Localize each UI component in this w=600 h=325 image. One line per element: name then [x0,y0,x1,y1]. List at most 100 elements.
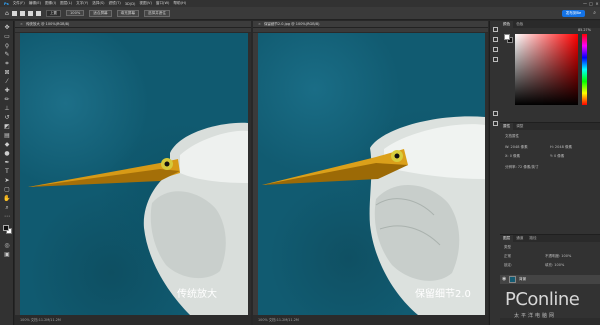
more-tools-icon[interactable]: ⋯ [4,214,10,220]
mode-select[interactable]: 上置 [45,9,61,17]
layer-row-background[interactable]: ◉ 背景 [500,275,600,284]
zoom-button[interactable]: 100% [66,10,85,16]
fit-screen-button[interactable]: 适合屏幕 [89,9,112,17]
brush-tool-icon[interactable]: ✏ [4,97,10,103]
panel-foreground-swatch[interactable] [504,34,510,40]
lasso-tool-icon[interactable]: ϙ [4,43,10,49]
height-field[interactable]: H: 2048 像素 [550,145,572,150]
character-panel-icon[interactable] [493,47,498,52]
layer-thumbnail [509,276,516,283]
select-and-mask-button[interactable]: 选择并遮住 [144,9,170,17]
menu-item-window[interactable]: 窗口(W) [156,1,170,6]
menu-item-file[interactable]: 文件(F) [13,1,25,6]
watermark-subtitle: 太平洋电脑网 [514,313,557,319]
tab-channels[interactable]: 通道 [513,236,526,241]
tab-layers[interactable]: 图层 [500,235,514,242]
eyedropper-tool-icon[interactable]: ⁄ [4,79,10,85]
properties-panel: 属性 调整 文档属性 W: 2048 像素 H: 2048 像素 X: 0 像素… [500,122,600,232]
menu-item-3d[interactable]: 3D(D) [125,2,136,6]
history-brush-tool-icon[interactable]: ↺ [4,115,10,121]
layer-name: 背景 [519,277,527,281]
menu-item-view[interactable]: 视图(V) [139,1,151,6]
tab-color[interactable]: 颜色 [500,21,514,28]
document-tab-left[interactable]: × 传统放大 @ 100%(RGB/8) [15,21,251,28]
new-selection-icon[interactable] [11,10,17,16]
menu-item-select[interactable]: 选择(S) [92,1,104,6]
crop-tool-icon[interactable]: ⌗ [4,61,10,67]
menu-item-type[interactable]: 文字(Y) [76,1,88,6]
menu-item-edit[interactable]: 编辑(E) [29,1,41,6]
type-tool-icon[interactable]: T [4,169,10,175]
blur-tool-icon[interactable]: ◆ [4,142,10,148]
menu-item-filter[interactable]: 滤镜(T) [109,1,121,6]
tab-swatches[interactable]: 色板 [513,22,526,27]
menu-item-image[interactable]: 图像(I) [45,1,56,6]
quick-select-tool-icon[interactable]: ✎ [4,52,10,58]
menu-item-layer[interactable]: 图层(L) [60,1,72,6]
color-panel-tabs: 颜色 色板 [500,21,600,28]
color-field[interactable] [515,34,578,105]
vertical-scrollbar[interactable] [485,33,488,315]
pen-tool-icon[interactable]: ✒ [4,160,10,166]
y-field[interactable]: Y: 0 像素 [550,154,564,159]
quick-mask-icon[interactable]: ◎ [4,243,10,249]
search-icon[interactable]: ⌕ [593,10,596,16]
fill-field[interactable]: 填充: 100% [545,263,564,268]
options-bar: ⌂ 上置 100% 适合屏幕 填充屏幕 选择并遮住 发布到Be ⌕ [0,7,600,20]
fill-screen-button[interactable]: 填充屏幕 [116,9,140,17]
foreground-color-swatch[interactable] [3,225,9,231]
eye-icon[interactable]: ◉ [502,277,506,282]
share-button[interactable]: 发布到Be [561,9,586,17]
egret-image [28,122,248,315]
marquee-tool-icon[interactable]: ▭ [4,34,10,40]
add-selection-icon[interactable] [19,10,25,16]
hue-slider[interactable] [582,34,587,105]
tab-paths[interactable]: 路径 [526,236,539,241]
width-field[interactable]: W: 2048 像素 [505,145,528,150]
app-logo[interactable]: Ps [4,2,9,6]
image-canvas[interactable]: 保留细节2.0 [258,33,485,315]
right-panels: 颜色 色板 85.27% 属性 调整 文档属性 W: 2048 像素 H: 20… [500,21,600,325]
gradient-tool-icon[interactable]: ▤ [4,133,10,139]
dodge-tool-icon[interactable]: ● [4,151,10,157]
healing-brush-tool-icon[interactable]: ✚ [4,88,10,94]
tool-preset-icon[interactable]: ⌂ [5,10,9,17]
document-tab-right[interactable]: × 保留细节2.0.jpg @ 100%(RGB/8) [253,21,488,28]
shape-tool-icon[interactable]: ▢ [4,187,10,193]
menu-item-help[interactable]: 帮助(H) [173,1,186,6]
resolution-label: 分辨率: 72 像素/英寸 [505,165,539,169]
close-tab-icon[interactable]: × [258,22,261,26]
subtract-selection-icon[interactable] [27,10,33,16]
lock-label: 锁定: [504,263,513,267]
tab-properties[interactable]: 属性 [500,123,514,130]
intersect-selection-icon[interactable] [35,10,41,16]
caption-right: 保留细节2.0 [415,289,471,300]
history-panel-icon[interactable] [493,27,498,32]
opacity-field[interactable]: 不透明度: 100% [545,254,571,259]
layer-kind-filter[interactable]: 类型 [504,245,511,250]
zoom-tool-icon[interactable]: ⌕ [4,205,10,211]
eraser-tool-icon[interactable]: ◩ [4,124,10,130]
panel-icon-column [489,21,500,325]
close-button[interactable]: × [594,1,600,6]
menu-bar: Ps 文件(F) 编辑(E) 图像(I) 图层(L) 文字(Y) 选择(S) 滤… [0,0,600,7]
tab-adjustments[interactable]: 调整 [513,124,526,129]
close-tab-icon[interactable]: × [20,22,23,26]
watermark-logo: PConline [505,289,580,310]
navigator-panel-icon[interactable] [493,121,498,126]
move-tool-icon[interactable]: ✥ [4,25,10,31]
blend-mode-select[interactable]: 正常 [504,254,511,259]
screen-mode-icon[interactable]: ▣ [4,252,10,258]
x-field[interactable]: X: 0 像素 [505,154,520,159]
image-canvas[interactable]: 传统放大 [20,33,248,315]
vertical-scrollbar[interactable] [248,33,251,315]
caption-left: 传统放大 [177,289,217,300]
path-select-tool-icon[interactable]: ➤ [4,178,10,184]
hand-tool-icon[interactable]: ✋ [3,196,10,202]
paragraph-panel-icon[interactable] [493,57,498,62]
frame-tool-icon[interactable]: ⊠ [4,70,10,76]
status-bar-left: 100% 文档:11.2M/11.2M [15,315,251,325]
info-panel-icon[interactable] [493,111,498,116]
clone-stamp-tool-icon[interactable]: ⊥ [4,106,10,112]
brush-settings-icon[interactable] [493,37,498,42]
